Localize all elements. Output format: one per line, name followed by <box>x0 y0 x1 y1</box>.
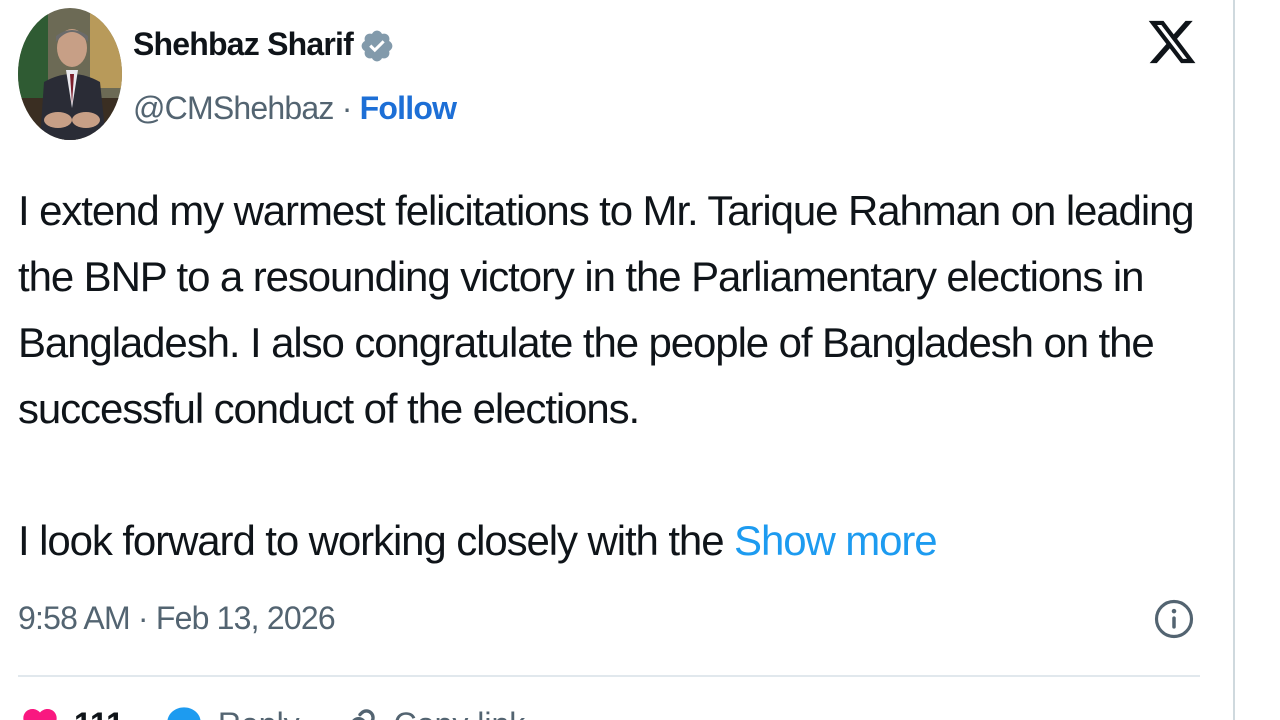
tweet-timestamp[interactable]: 9:58 AM · Feb 13, 2026 <box>18 600 336 637</box>
link-icon <box>351 709 375 720</box>
author-handle[interactable]: @CMShehbaz <box>133 90 334 126</box>
heart-icon <box>23 709 57 720</box>
tweet-text: I extend my warmest felicitations to Mr.… <box>18 178 1223 574</box>
follow-button[interactable]: Follow <box>360 90 457 126</box>
show-more-link[interactable]: Show more <box>734 517 938 564</box>
separator-dot: · <box>341 90 353 126</box>
avatar[interactable] <box>18 8 122 140</box>
tweet-paragraph-2: I look forward to working closely with t… <box>18 508 1223 574</box>
verified-badge-icon <box>361 30 393 62</box>
author-display-name[interactable]: Shehbaz Sharif <box>133 26 354 63</box>
like-count: 111 <box>74 704 124 720</box>
tweet-paragraph-2-text: I look forward to working closely with t… <box>18 517 725 564</box>
like-button[interactable]: 111 <box>20 700 124 720</box>
reply-button[interactable]: Reply <box>164 700 300 720</box>
x-logo-icon[interactable] <box>1146 14 1198 70</box>
tweet-embed-card: Shehbaz Sharif @CMShehbaz · Follow I ext… <box>0 0 1235 720</box>
copy-link-button[interactable]: Copy link <box>340 700 526 720</box>
info-icon[interactable] <box>1153 598 1195 640</box>
reply-label: Reply <box>218 704 300 720</box>
reply-bubble-icon <box>167 707 201 720</box>
author-handle-row: @CMShehbaz · Follow <box>133 90 457 127</box>
divider <box>18 675 1200 677</box>
avatar-photo <box>18 8 122 140</box>
tweet-paragraph-1: I extend my warmest felicitations to Mr.… <box>18 187 1195 432</box>
copy-link-label: Copy link <box>394 704 526 720</box>
action-bar: 111 Reply Copy link <box>20 700 525 720</box>
